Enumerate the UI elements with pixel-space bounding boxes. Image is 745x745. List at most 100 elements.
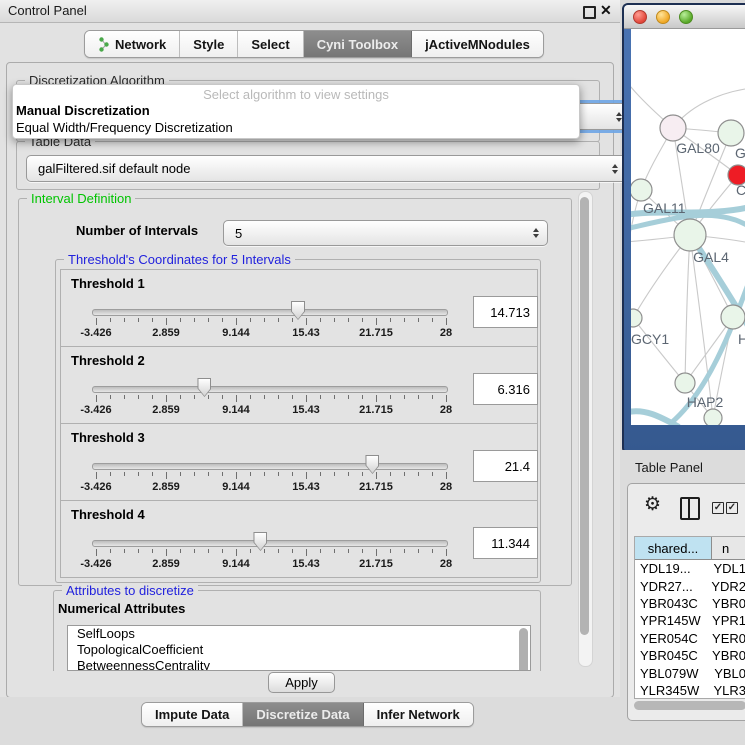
settings-scrollbar-track[interactable] <box>578 191 593 667</box>
tab-infer-network[interactable]: Infer Network <box>364 703 473 726</box>
slider-tick <box>152 549 153 553</box>
attribute-list-item[interactable]: SelfLoops <box>68 626 530 642</box>
slider-thumb[interactable] <box>197 378 211 397</box>
slider-tick-label: 15.43 <box>292 481 320 493</box>
network-node-h[interactable] <box>721 305 745 329</box>
slider-thumb[interactable] <box>291 301 305 320</box>
slider-tick-label: 21.715 <box>359 327 393 339</box>
threshold-slider[interactable]: -3.4262.8599.14415.4321.71528 <box>92 298 448 342</box>
tab-style[interactable]: Style <box>180 31 238 57</box>
float-window-icon[interactable] <box>583 6 596 19</box>
network-node-ga[interactable] <box>718 120 744 146</box>
checkbox-icon[interactable]: ✓ <box>712 502 724 514</box>
cell-name[interactable]: YBL0 <box>705 664 745 681</box>
table-row[interactable]: YBR043CYBR0 <box>635 595 745 612</box>
attribute-list-item[interactable]: TopologicalCoefficient <box>68 642 530 658</box>
table-row[interactable]: YBR045CYBR0 <box>635 647 745 664</box>
table-row[interactable]: YBL079WYBL0 <box>635 664 745 681</box>
threshold-value-field[interactable]: 11.344 <box>473 527 538 559</box>
close-icon[interactable]: ✕ <box>600 2 612 19</box>
cell-name[interactable]: YDR2 <box>702 577 745 594</box>
cell-shared-name[interactable]: YPR145W <box>635 612 703 629</box>
network-window-titlebar <box>624 5 745 29</box>
network-node-gal80[interactable] <box>660 115 686 141</box>
slider-track[interactable] <box>92 386 448 393</box>
slider-thumb[interactable] <box>365 455 379 474</box>
tab-discretize-data[interactable]: Discretize Data <box>243 703 363 726</box>
tab-impute-data[interactable]: Impute Data <box>142 703 243 726</box>
slider-tick <box>306 395 307 402</box>
cell-name[interactable]: YBR0 <box>703 647 745 664</box>
slider-tick <box>362 549 363 553</box>
network-canvas[interactable]: GAL80GACGAL11GAL4GCY1HHAP2 <box>631 29 745 425</box>
column-header-name[interactable]: n <box>712 537 745 559</box>
table-row[interactable]: YDL19...YDL1 <box>635 560 745 577</box>
columns-icon[interactable] <box>680 497 700 520</box>
cell-name[interactable]: YER0 <box>703 630 745 647</box>
cell-name[interactable]: YLR3 <box>704 682 745 699</box>
threshold-value-field[interactable]: 6.316 <box>473 373 538 405</box>
threshold-label: Threshold 1 <box>71 276 145 291</box>
threshold-slider[interactable]: -3.4262.8599.14415.4321.71528 <box>92 375 448 419</box>
slider-tick <box>390 549 391 553</box>
threshold-slider[interactable]: -3.4262.8599.14415.4321.71528 <box>92 529 448 573</box>
zoom-traffic-light-icon[interactable] <box>679 10 693 24</box>
checkbox-icon[interactable]: ✓ <box>726 502 738 514</box>
table-horizontal-scrollbar[interactable] <box>634 701 745 710</box>
cell-shared-name[interactable]: YBL079W <box>635 664 705 681</box>
slider-tick <box>432 549 433 553</box>
slider-track[interactable] <box>92 463 448 470</box>
cell-name[interactable]: YBR0 <box>703 595 745 612</box>
slider-tick-label: 28 <box>440 327 452 339</box>
tab-select[interactable]: Select <box>238 31 303 57</box>
slider-thumb[interactable] <box>253 532 267 551</box>
minimize-traffic-light-icon[interactable] <box>656 10 670 24</box>
threshold-value-field[interactable]: 14.713 <box>473 296 538 328</box>
cell-shared-name[interactable]: YBR043C <box>635 595 703 612</box>
slider-tick <box>334 472 335 476</box>
cell-shared-name[interactable]: YLR345W <box>635 682 704 699</box>
num-intervals-combo[interactable]: 5 <box>223 220 548 246</box>
tab-jactivemnodules[interactable]: jActiveMNodules <box>412 31 543 57</box>
close-traffic-light-icon[interactable] <box>633 10 647 24</box>
gear-icon[interactable]: ⚙ <box>644 493 661 516</box>
network-node-gcy1[interactable] <box>631 309 642 327</box>
cell-shared-name[interactable]: YBR045C <box>635 647 703 664</box>
slider-tick <box>180 318 181 322</box>
table-row[interactable]: YLR345WYLR3 <box>635 682 745 699</box>
cell-shared-name[interactable]: YDL19... <box>635 560 704 577</box>
slider-track[interactable] <box>92 540 448 547</box>
network-node-gal4[interactable] <box>674 219 706 251</box>
slider-tick <box>334 318 335 322</box>
dropdown-item-manual-discretization[interactable]: Manual Discretization <box>16 103 150 118</box>
network-node-gal11[interactable] <box>631 179 652 201</box>
dropdown-item-equal-width-frequency[interactable]: Equal Width/Frequency Discretization <box>16 120 233 135</box>
threshold-value-field[interactable]: 21.4 <box>473 450 538 482</box>
table-row[interactable]: YDR27...YDR2 <box>635 577 745 594</box>
cell-shared-name[interactable]: YDR27... <box>635 577 702 594</box>
settings-scrollbar-thumb[interactable] <box>580 197 589 635</box>
cell-name[interactable]: YDL1 <box>704 560 745 577</box>
tab-network[interactable]: Network <box>85 31 180 57</box>
slider-tick-label: 9.144 <box>222 481 250 493</box>
slider-track[interactable] <box>92 309 448 316</box>
slider-tick-label: -3.426 <box>80 404 111 416</box>
table-row[interactable]: YER054CYER0 <box>635 630 745 647</box>
attribute-list-item[interactable]: BetweennessCentrality <box>68 658 530 671</box>
tab-cyni-toolbox[interactable]: Cyni Toolbox <box>304 31 412 57</box>
column-header-shared-name[interactable]: shared... <box>635 537 712 559</box>
table-data-combo[interactable]: galFiltered.sif default node <box>26 155 627 182</box>
cell-name[interactable]: YPR1 <box>703 612 745 629</box>
slider-tick <box>320 472 321 476</box>
list-scrollbar-thumb[interactable] <box>519 628 528 671</box>
numerical-attributes-list[interactable]: SelfLoopsTopologicalCoefficientBetweenne… <box>67 625 531 671</box>
table-row[interactable]: YPR145WYPR1 <box>635 612 745 629</box>
apply-button[interactable]: Apply <box>268 672 335 693</box>
network-view-window[interactable]: GAL80GACGAL11GAL4GCY1HHAP2 <box>622 3 745 454</box>
threshold-slider[interactable]: -3.4262.8599.14415.4321.71528 <box>92 452 448 496</box>
slider-tick <box>278 318 279 322</box>
cell-shared-name[interactable]: YER054C <box>635 630 703 647</box>
network-node-hap2[interactable] <box>675 373 695 393</box>
network-node[interactable] <box>704 409 722 425</box>
slider-tick <box>152 472 153 476</box>
